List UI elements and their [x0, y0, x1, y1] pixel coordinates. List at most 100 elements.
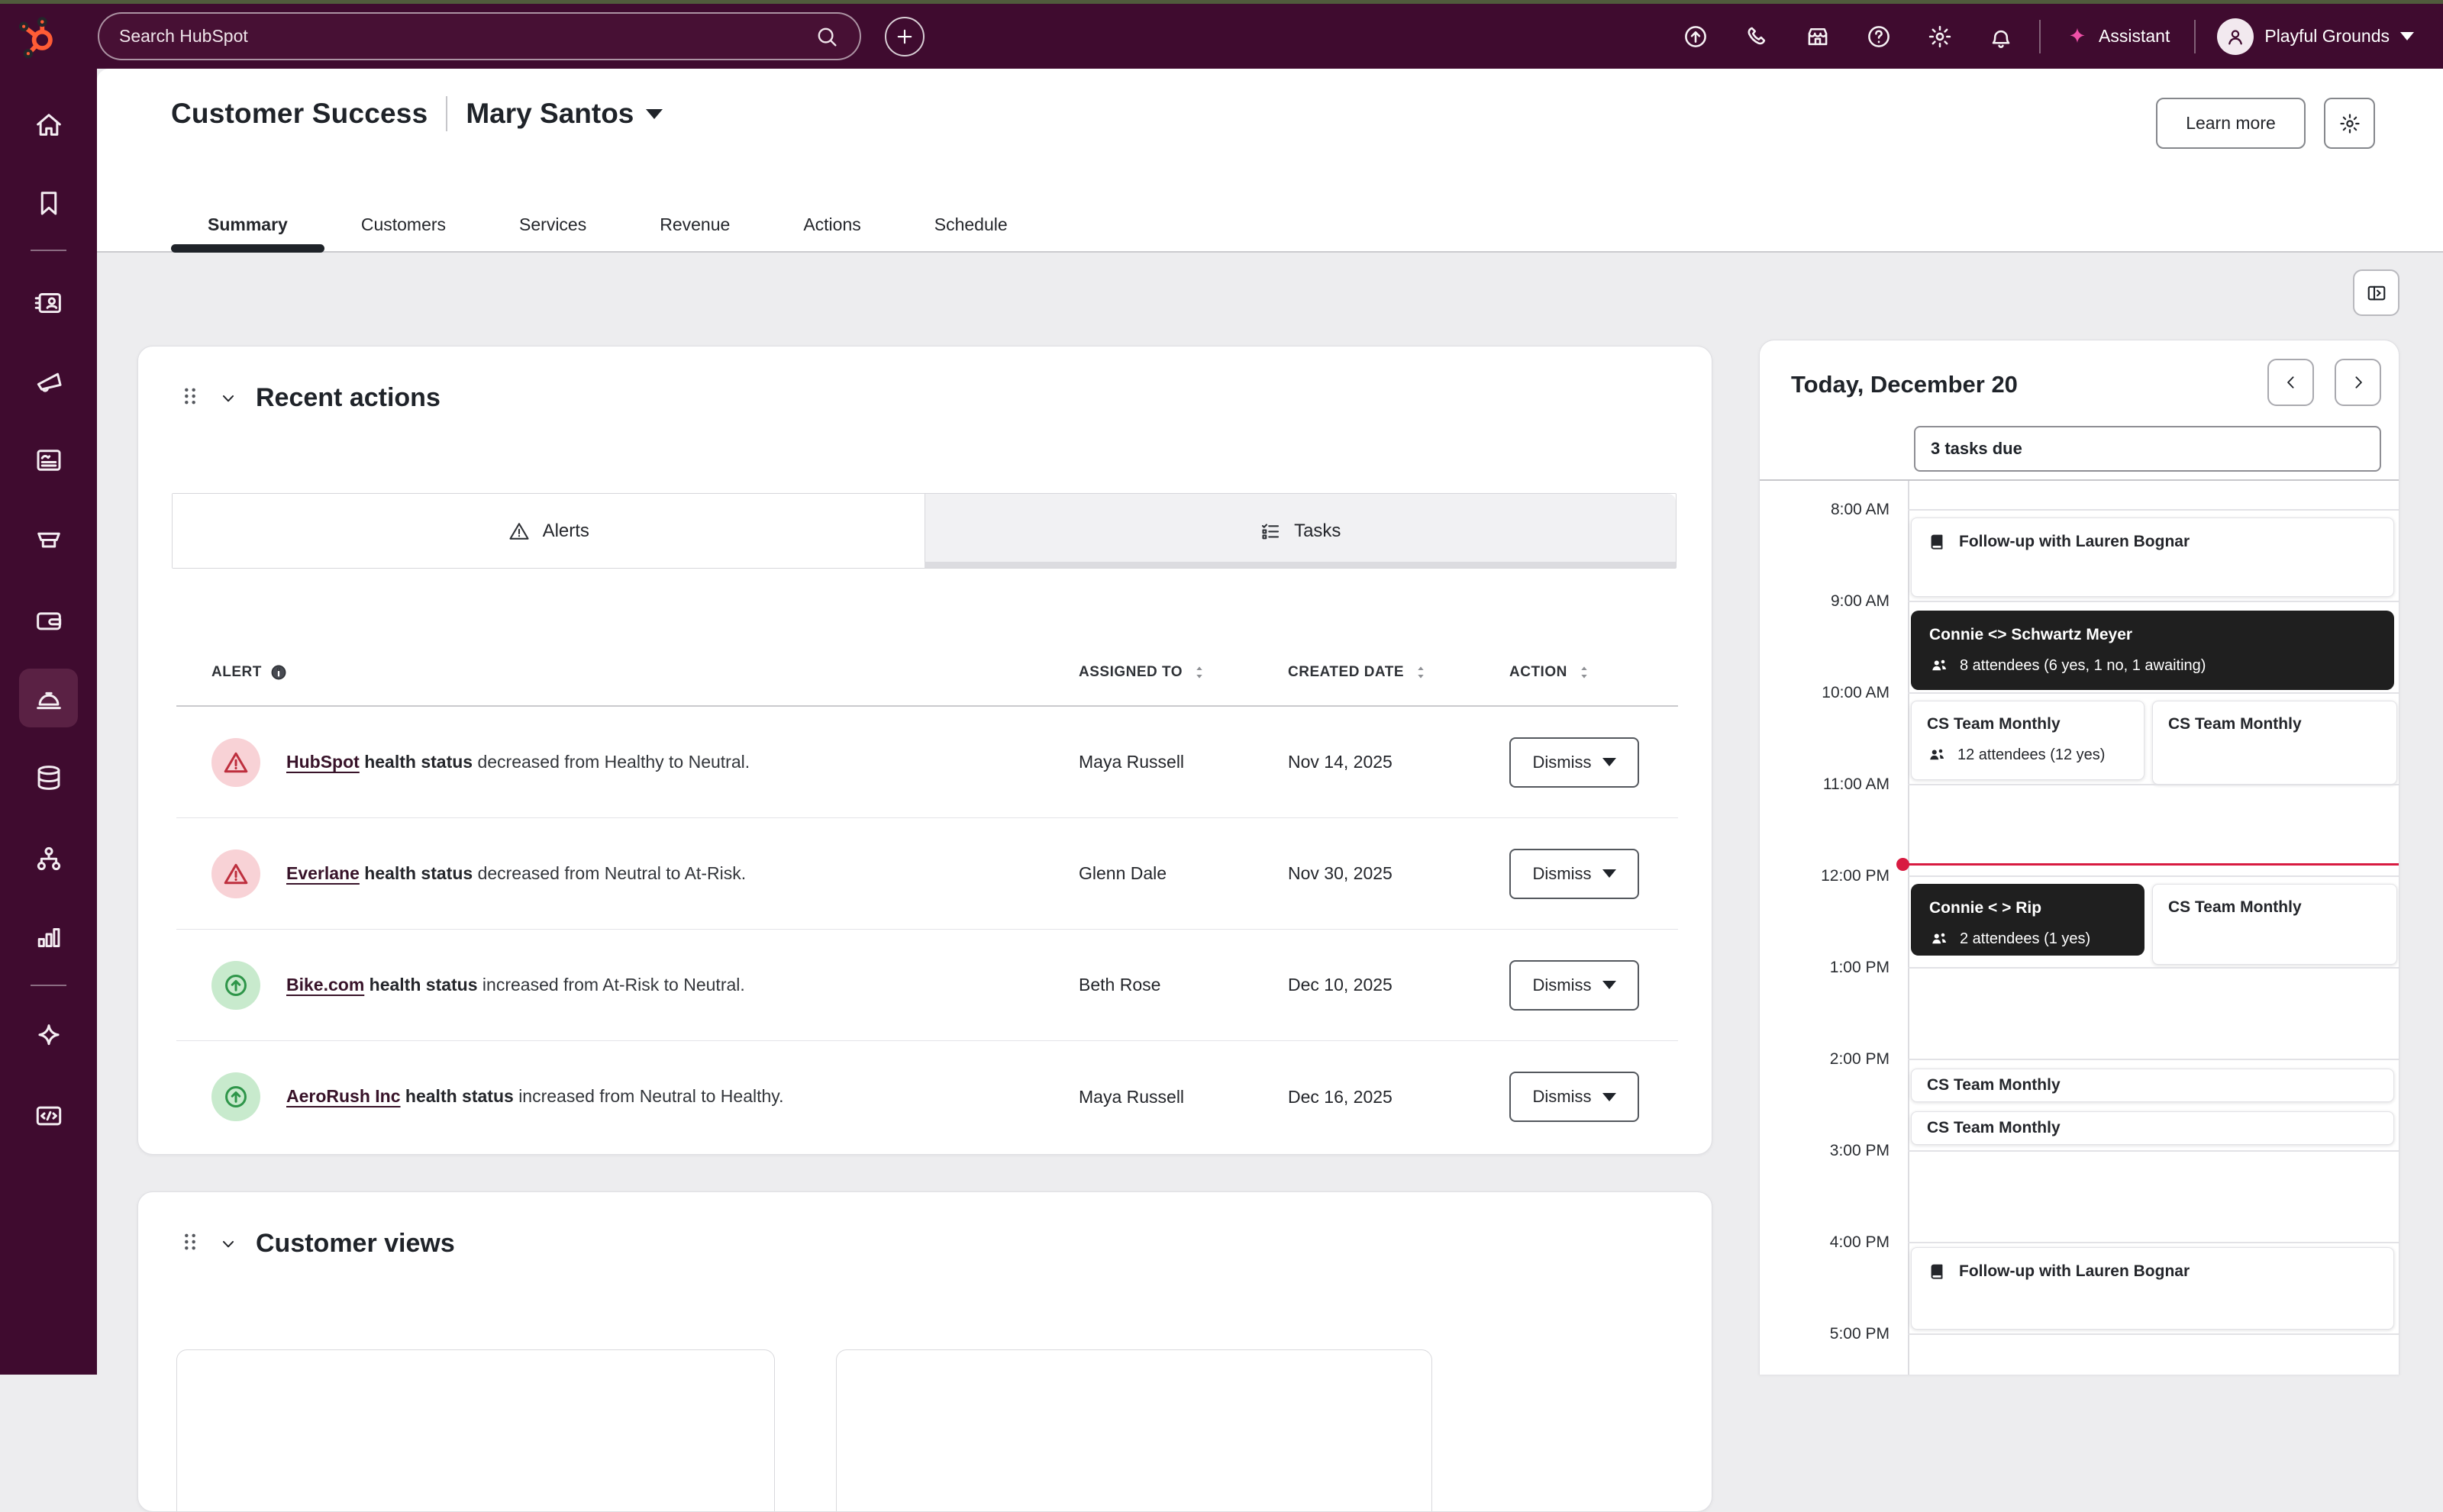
company-link[interactable]: HubSpot [286, 752, 360, 772]
calendar-event[interactable]: CS Team Monthly [1911, 1069, 2394, 1102]
tab-schedule[interactable]: Schedule [898, 196, 1044, 253]
help-button[interactable] [1848, 13, 1909, 60]
page-header: Customer Success Mary Santos Learn more … [97, 69, 2443, 253]
sidebar-item-automation[interactable] [19, 829, 78, 888]
account-menu[interactable]: Playful Grounds [2203, 18, 2422, 55]
assistant-button[interactable]: Assistant [2048, 24, 2186, 49]
calendar-event[interactable]: CS Team Monthly12 attendees (12 yes) [1911, 701, 2144, 780]
sidebar-item-bookmarks[interactable] [19, 173, 78, 232]
sort-icon[interactable] [1412, 663, 1430, 682]
event-attendees: 2 attendees (1 yes) [1929, 929, 2126, 949]
tab-alerts[interactable]: Alerts [173, 494, 925, 568]
column-label: Created date [1288, 664, 1404, 681]
calendar-grid: Follow-up with Lauren Bognar Connie <> Sc… [1760, 479, 2399, 1375]
sidebar-item-commerce[interactable] [19, 511, 78, 570]
hour-gridline [1908, 1242, 2399, 1243]
event-title: Connie <> Schwartz Meyer [1929, 626, 2376, 643]
sidebar-item-ai-assistant[interactable] [19, 1007, 78, 1065]
search-input[interactable] [119, 26, 814, 47]
sort-icon[interactable] [1575, 663, 1593, 682]
search-icon[interactable] [814, 24, 840, 50]
calendar-event[interactable]: CS Team Monthly [2152, 701, 2397, 785]
chevron-right-icon [2348, 372, 2368, 392]
sidebar-item-content[interactable] [19, 430, 78, 489]
sidebar-divider [31, 250, 66, 251]
global-search[interactable] [98, 12, 861, 60]
hour-gridline [1908, 1333, 2399, 1335]
sidebar-item-payments[interactable] [19, 591, 78, 650]
company-link[interactable]: Bike.com [286, 975, 364, 995]
tab-actions[interactable]: Actions [766, 196, 897, 253]
column-label: Action [1509, 664, 1567, 681]
sidebar-item-service[interactable] [19, 669, 78, 727]
hour-gridline [1908, 967, 2399, 969]
column-header-created-date[interactable]: Created date [1288, 663, 1509, 682]
previous-day-button[interactable] [2267, 359, 2314, 406]
dismiss-button[interactable]: Dismiss [1509, 960, 1639, 1011]
attendees-icon [1929, 929, 1949, 949]
tab-services[interactable]: Services [482, 196, 623, 253]
sidebar-item-data[interactable] [19, 748, 78, 807]
tab-summary[interactable]: Summary [171, 196, 324, 253]
dismiss-button[interactable]: Dismiss [1509, 849, 1639, 899]
tasks-due-banner[interactable]: 3 tasks due [1914, 426, 2381, 472]
company-link[interactable]: AeroRush Inc [286, 1086, 401, 1106]
tab-tasks[interactable]: Tasks [925, 494, 1677, 568]
upgrade-button[interactable] [1665, 13, 1726, 60]
sidebar-item-home[interactable] [19, 95, 78, 154]
sidebar [0, 69, 97, 1375]
calls-button[interactable] [1726, 13, 1787, 60]
sidebar-item-reporting[interactable] [19, 908, 78, 966]
calendar-event[interactable]: Follow-up with Lauren Bognar [1911, 517, 2394, 597]
dismiss-button[interactable]: Dismiss [1509, 737, 1639, 788]
customer-view-tile[interactable] [176, 1349, 775, 1512]
avatar [2217, 18, 2254, 55]
collapse-section-icon[interactable] [218, 388, 239, 409]
create-button[interactable] [885, 17, 925, 56]
sidebar-item-marketing[interactable] [19, 353, 78, 411]
column-header-assigned-to[interactable]: Assigned to [1079, 663, 1288, 682]
topbar: Assistant Playful Grounds [0, 4, 2443, 69]
sort-icon[interactable] [1190, 663, 1209, 682]
company-link[interactable]: Everlane [286, 863, 360, 883]
hour-gridline [1908, 784, 2399, 785]
health-increase-icon [211, 961, 260, 1010]
tab-customers[interactable]: Customers [324, 196, 482, 253]
hubspot-logo[interactable] [15, 15, 60, 59]
calendar-event[interactable]: CS Team Monthly [2152, 884, 2397, 965]
marketplace-button[interactable] [1787, 13, 1848, 60]
settings-button[interactable] [1909, 13, 1970, 60]
hour-label: 11:00 AM [1760, 775, 1890, 794]
settings-button[interactable] [2324, 98, 2375, 149]
hour-label: 1:00 PM [1760, 959, 1890, 977]
customer-view-tile[interactable] [836, 1349, 1432, 1512]
marketing-icon [33, 366, 65, 398]
calendar-event[interactable]: Connie < > Rip2 attendees (1 yes) [1911, 884, 2144, 956]
table-row: Bike.com health status increased from At… [176, 930, 1678, 1041]
collapse-panel-button[interactable] [2353, 269, 2399, 316]
column-header-action[interactable]: Action [1509, 663, 1678, 682]
chevron-down-icon [2400, 32, 2414, 40]
sidebar-item-developer[interactable] [19, 1086, 78, 1145]
developer-icon [33, 1100, 65, 1132]
learn-more-button[interactable]: Learn more [2156, 98, 2306, 149]
sidebar-item-contacts[interactable] [19, 273, 78, 332]
collapse-section-icon[interactable] [218, 1233, 239, 1255]
calls-icon [1743, 23, 1770, 50]
info-icon[interactable] [269, 663, 288, 682]
tab-revenue[interactable]: Revenue [623, 196, 766, 253]
notifications-button[interactable] [1970, 13, 2032, 60]
column-label: Alert [211, 664, 262, 681]
calendar-event[interactable]: CS Team Monthly [1911, 1111, 2394, 1145]
calendar-event[interactable]: Follow-up with Lauren Bognar [1911, 1247, 2394, 1330]
hour-label: 12:00 PM [1760, 867, 1890, 885]
calendar-event[interactable]: Connie <> Schwartz Meyer8 attendees (6 y… [1911, 611, 2394, 690]
next-day-button[interactable] [2335, 359, 2381, 406]
workspace-selector[interactable]: Mary Santos [466, 98, 663, 130]
drag-handle-icon[interactable] [179, 1231, 201, 1257]
dismiss-button[interactable]: Dismiss [1509, 1072, 1639, 1122]
drag-handle-icon[interactable] [179, 385, 201, 411]
event-title: CS Team Monthly [1927, 1119, 2061, 1136]
event-title: CS Team Monthly [2168, 715, 2381, 733]
table-row: HubSpot health status decreased from Hea… [176, 707, 1678, 818]
